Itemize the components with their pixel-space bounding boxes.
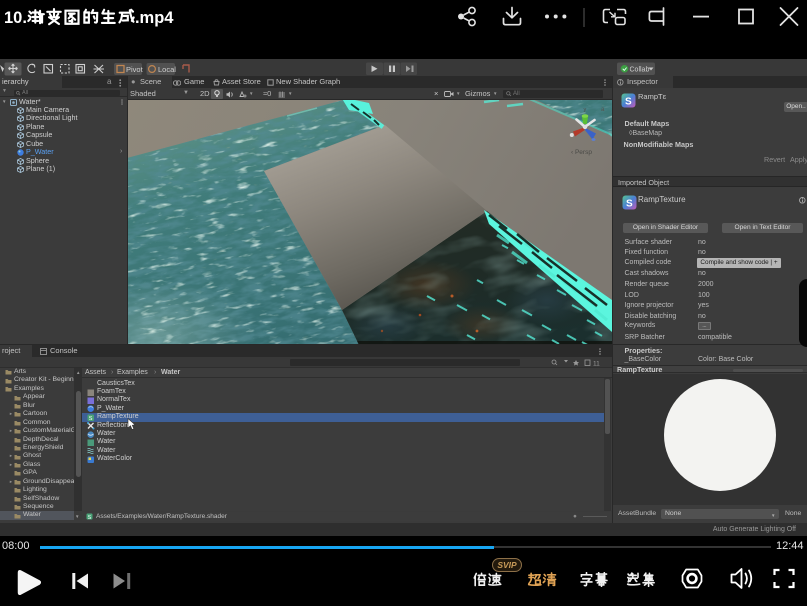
svg-text:y: y: [584, 107, 587, 113]
svg-text:‹ Persp: ‹ Persp: [571, 149, 592, 156]
svg-text:Collab: Collab: [630, 66, 650, 73]
svg-text:Pivot: Pivot: [126, 65, 144, 74]
svg-text:11: 11: [593, 361, 600, 368]
svg-text:S: S: [89, 416, 93, 422]
svg-text:Local: Local: [158, 65, 176, 74]
svg-text:S: S: [625, 96, 632, 107]
svg-text:S: S: [626, 198, 633, 209]
